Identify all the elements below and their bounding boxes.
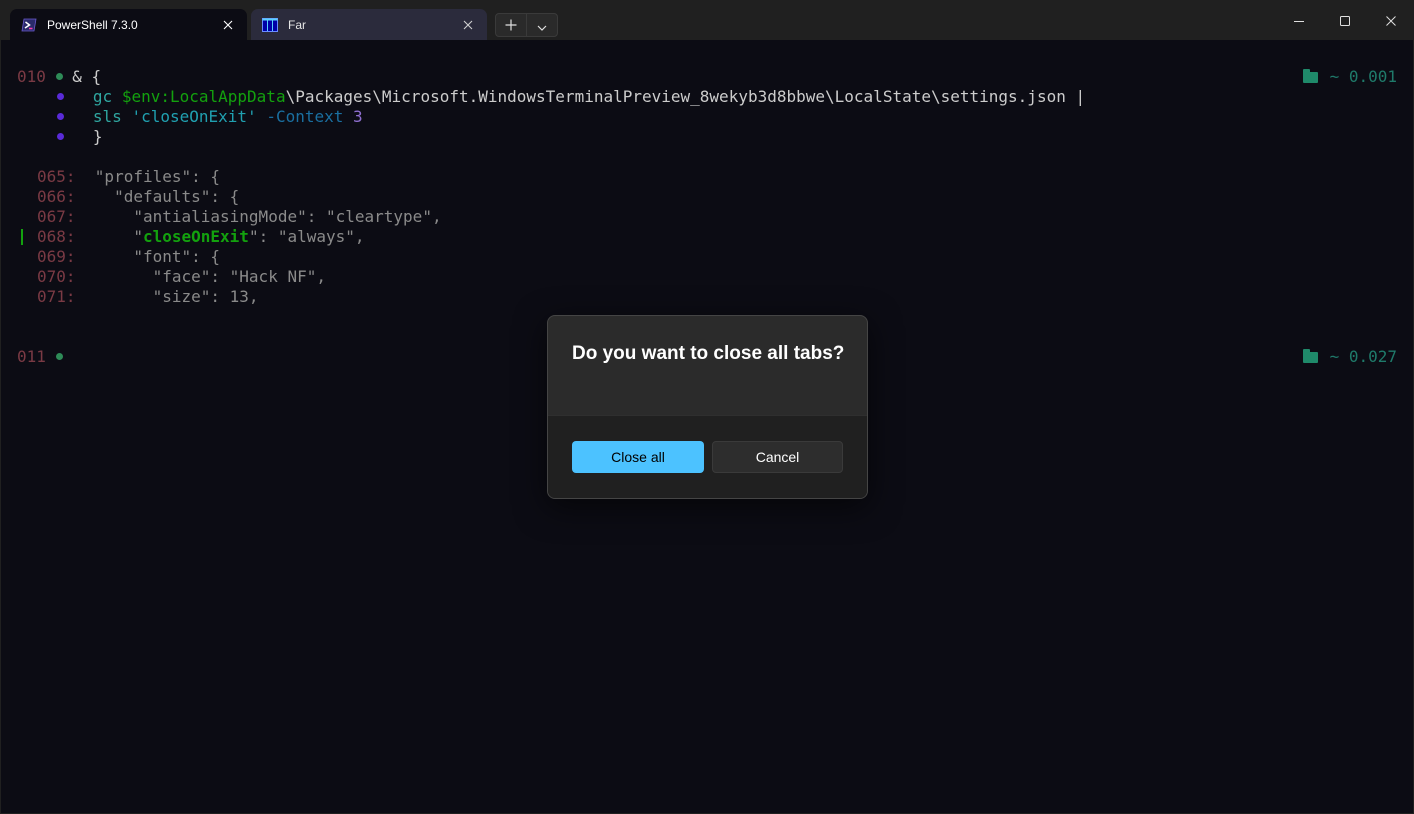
prompt-number: 011 [17, 347, 46, 366]
tab-dropdown-button[interactable] [526, 14, 557, 36]
command-line: gc $env:LocalAppData\Packages\Microsoft.… [57, 87, 1085, 107]
powershell-icon [21, 17, 37, 33]
tab-powershell[interactable]: PowerShell 7.3.0 [10, 9, 247, 40]
continuation-dot [57, 113, 64, 120]
tab-title: Far [288, 17, 306, 32]
cmd-gc: gc [92, 87, 113, 106]
close-icon [1386, 11, 1396, 30]
output-text: "antialiasingMode": "cleartype", [94, 207, 442, 226]
dialog-footer: Close all Cancel [548, 415, 867, 498]
output-text: ": "always", [248, 227, 365, 246]
env-variable: $env:LocalAppData [121, 87, 286, 106]
match-highlight: closeOnExit [142, 227, 249, 246]
minimize-button[interactable] [1276, 0, 1322, 40]
dialog-title: Do you want to close all tabs? [572, 343, 845, 364]
new-tab-button[interactable] [496, 14, 526, 36]
command-line: sls 'closeOnExit' -Context 3 [57, 107, 363, 127]
prompt-duration: ~ 0.027 [1302, 347, 1397, 367]
output-line-number: 067: [37, 207, 76, 226]
match-marker [21, 229, 23, 245]
folder-icon [1302, 68, 1318, 83]
tab-title: PowerShell 7.3.0 [47, 17, 138, 32]
output-line: 071: "size": 13, [37, 287, 259, 307]
folder-icon [1302, 348, 1318, 363]
cmd-sls: sls [92, 107, 122, 126]
prompt-line: 011 [17, 347, 63, 367]
output-line-number: 069: [37, 247, 76, 266]
string-arg: 'closeOnExit' [131, 107, 257, 126]
output-line-number: 066: [37, 187, 76, 206]
prompt-duration: ~ 0.001 [1302, 67, 1397, 87]
output-line: 069: "font": { [37, 247, 220, 267]
tab-far[interactable]: Far [251, 9, 487, 40]
duration-text: ~ 0.027 [1329, 347, 1397, 366]
output-line-match: 068: "closeOnExit": "always", [37, 227, 365, 247]
chevron-down-icon [537, 16, 547, 35]
status-dot [55, 353, 63, 360]
close-all-button[interactable]: Close all [572, 441, 704, 473]
number-arg: 3 [353, 107, 363, 126]
pipe-symbol: | [1075, 87, 1086, 106]
output-line: 066: "defaults": { [37, 187, 239, 207]
plus-icon [505, 16, 517, 35]
continuation-dot [57, 93, 64, 100]
maximize-button[interactable] [1322, 0, 1368, 40]
window-controls [1276, 0, 1414, 40]
output-line-number: 071: [37, 287, 76, 306]
output-text: "size": 13, [94, 287, 259, 306]
close-tab-icon[interactable] [457, 14, 479, 36]
output-line: 070: "face": "Hack NF", [37, 267, 326, 287]
command-line: } [57, 127, 103, 147]
output-line-number: 065: [37, 167, 76, 186]
duration-text: ~ 0.001 [1329, 67, 1397, 86]
far-manager-icon [262, 17, 278, 33]
output-text: "profiles": { [94, 167, 221, 186]
output-text: "font": { [94, 247, 221, 266]
output-text: "defaults": { [94, 187, 240, 206]
tab-controls [495, 13, 558, 37]
output-text: "face": "Hack NF", [94, 267, 326, 286]
command-close: } [92, 127, 103, 146]
output-line: 067: "antialiasingMode": "cleartype", [37, 207, 442, 227]
prompt-line: 010 & { [17, 67, 101, 87]
output-line: 065: "profiles": { [37, 167, 220, 187]
title-bar: PowerShell 7.3.0 Far [0, 0, 1414, 40]
close-window-button[interactable] [1368, 0, 1414, 40]
close-all-tabs-dialog: Do you want to close all tabs? Close all… [547, 315, 868, 499]
minimize-icon [1294, 11, 1304, 30]
output-line-number: 070: [37, 267, 76, 286]
maximize-icon [1340, 11, 1350, 30]
continuation-dot [57, 133, 64, 140]
cancel-button[interactable]: Cancel [712, 441, 843, 473]
close-tab-icon[interactable] [217, 14, 239, 36]
output-text: " [94, 227, 143, 246]
output-line-number: 068: [37, 227, 76, 246]
status-dot [55, 73, 63, 80]
param-context: -Context [266, 107, 344, 126]
prompt-number: 010 [17, 67, 46, 86]
path-text: \Packages\Microsoft.WindowsTerminalPrevi… [285, 87, 1066, 106]
command-open: & { [72, 67, 102, 86]
